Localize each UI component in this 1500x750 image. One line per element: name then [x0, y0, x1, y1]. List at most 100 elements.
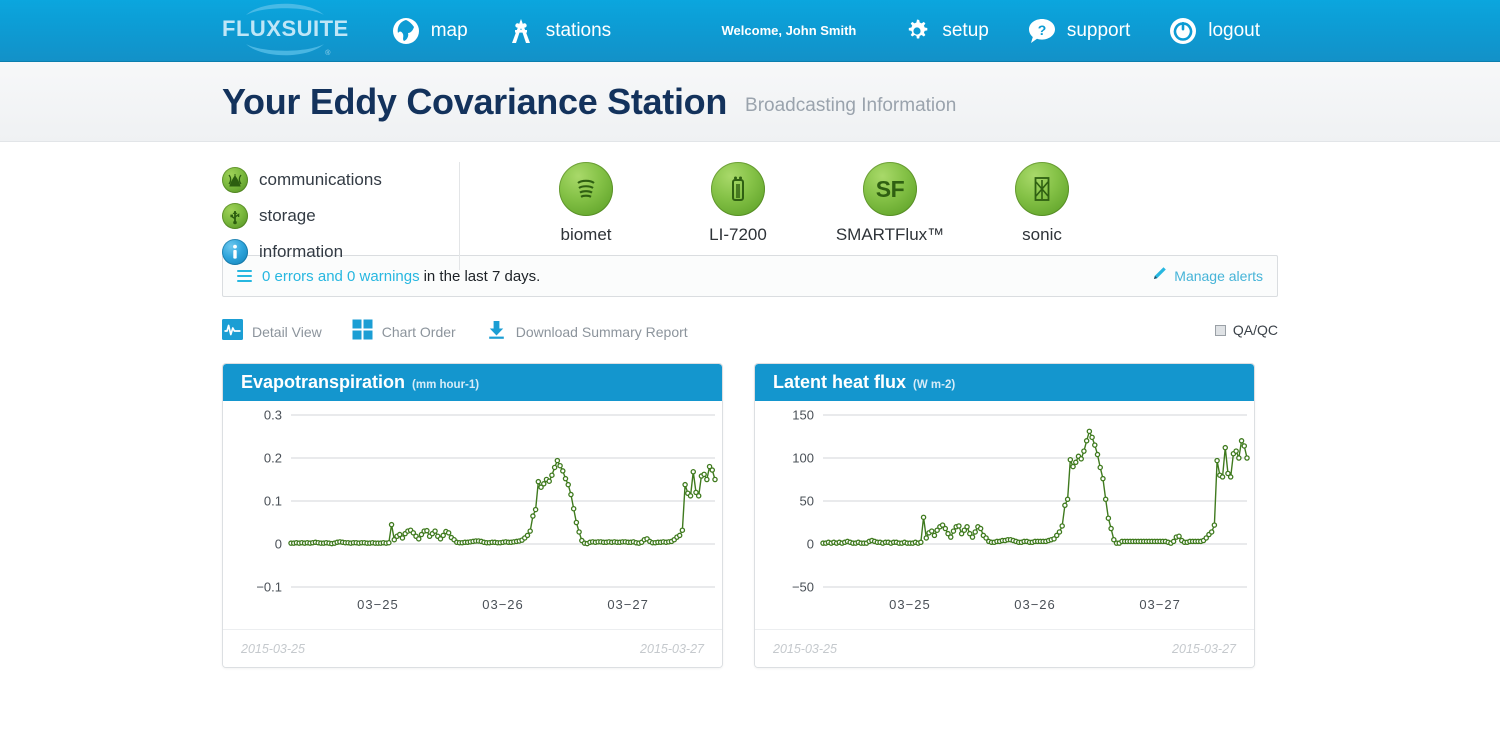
- chart-order-label: Chart Order: [381, 324, 456, 340]
- status-item-information-label: information: [259, 242, 344, 261]
- stations-icon: [506, 16, 536, 46]
- globe-icon: [391, 16, 421, 46]
- manage-alerts-button[interactable]: Manage alerts: [1152, 266, 1263, 286]
- y-tick-label: 0.3: [264, 408, 282, 423]
- alert-count-link[interactable]: 0 errors and 0 warnings: [262, 268, 420, 285]
- charts-container: Evapotranspiration (mm hour-1) 0.3 0.2 0.1…: [222, 363, 1278, 668]
- y-tick-label: 0.1: [264, 494, 282, 509]
- y-tick-label: 150: [792, 408, 814, 423]
- status-list: communications storage information: [222, 162, 460, 270]
- status-item-communications-label: communications: [259, 170, 382, 189]
- page-subtitle: Broadcasting Information: [745, 94, 957, 116]
- x-tick-label: 03−27: [1139, 597, 1181, 612]
- chart-unit-latent-heat-flux: (W m-2): [913, 378, 956, 391]
- question-bubble-icon: ?: [1027, 16, 1057, 46]
- chart-plot-evapotranspiration[interactable]: 0.3 0.2 0.1 0 −0.1 03−25 03−26 03−27: [223, 401, 722, 629]
- device-sonic[interactable]: sonic: [966, 162, 1118, 245]
- y-tick-label: 100: [792, 451, 814, 466]
- waveform-icon: [222, 319, 243, 345]
- device-list: biomet LI-7200 SF SMARTFlux™ sonic: [510, 162, 1118, 245]
- qaqc-checkbox[interactable]: [1214, 324, 1226, 336]
- chart-start-date: 2015-03-25: [773, 641, 837, 656]
- power-icon: [1168, 16, 1198, 46]
- pencil-icon: [1152, 266, 1167, 286]
- chart-header-evapotranspiration: Evapotranspiration (mm hour-1): [223, 364, 722, 401]
- y-tick-label: 0.2: [264, 451, 282, 466]
- chart-card-evapotranspiration: Evapotranspiration (mm hour-1) 0.3 0.2 0.1…: [222, 363, 723, 668]
- usb-icon: [222, 203, 248, 229]
- y-tick-label: −0.1: [256, 580, 282, 595]
- status-item-storage[interactable]: storage: [222, 198, 449, 234]
- device-smartflux-label: SMARTFlux™: [835, 225, 945, 244]
- download-summary-report-button[interactable]: Download Summary Report: [486, 319, 688, 345]
- download-summary-report-label: Download Summary Report: [515, 324, 688, 340]
- download-icon: [486, 319, 507, 345]
- svg-text:?: ?: [1038, 22, 1047, 38]
- swoosh-logo-icon: [242, 3, 328, 16]
- nav-item-logout-label: logout: [1208, 19, 1260, 41]
- logo-text: FLUXSUITE: [222, 16, 349, 41]
- page-title: Your Eddy Covariance Station: [222, 80, 728, 122]
- qaqc-label: QA/QC: [1232, 322, 1278, 338]
- biomet-icon: [559, 162, 613, 216]
- device-sonic-label: sonic: [1022, 225, 1062, 244]
- nav-item-support[interactable]: ? support: [1027, 16, 1130, 46]
- y-tick-label: 50: [800, 494, 814, 509]
- sf-badge-text: SF: [875, 175, 905, 202]
- page-title-band: Your Eddy Covariance Station Broadcastin…: [0, 62, 1500, 142]
- chart-title-latent-heat-flux: Latent heat flux: [773, 372, 907, 392]
- chart-card-latent-heat-flux: Latent heat flux (W m-2) 150 100 50 0 −50 03−…: [754, 363, 1255, 668]
- hamburger-icon[interactable]: [237, 267, 252, 285]
- chart-start-date: 2015-03-25: [241, 641, 305, 656]
- gear-icon: [902, 16, 932, 46]
- status-item-storage-label: storage: [259, 206, 316, 225]
- chart-toolbar: Detail View Chart Order Download Summary…: [222, 309, 1278, 355]
- swoosh-logo-bottom-icon: ®: [242, 43, 330, 57]
- manage-alerts-label: Manage alerts: [1174, 268, 1263, 284]
- chart-order-button[interactable]: Chart Order: [352, 319, 456, 345]
- detail-view-label: Detail View: [252, 324, 322, 340]
- status-item-communications[interactable]: communications: [222, 162, 449, 198]
- detail-view-button[interactable]: Detail View: [222, 319, 322, 345]
- nav-item-logout[interactable]: logout: [1168, 16, 1260, 46]
- nav-item-setup[interactable]: setup: [902, 16, 989, 46]
- y-tick-label: 0: [807, 537, 814, 552]
- info-icon: [222, 239, 248, 265]
- series-points: [820, 428, 1250, 546]
- nav-item-map[interactable]: map: [391, 16, 468, 46]
- app-logo[interactable]: FLUXSUITE ®: [222, 3, 349, 57]
- device-smartflux[interactable]: SF SMARTFlux™: [814, 162, 966, 245]
- chart-header-latent-heat-flux: Latent heat flux (W m-2): [755, 364, 1254, 401]
- antenna-icon: [222, 167, 248, 193]
- nav-item-stations-label: stations: [545, 19, 612, 41]
- x-tick-label: 03−25: [357, 597, 399, 612]
- chart-title-evapotranspiration: Evapotranspiration: [241, 372, 406, 392]
- alert-period-text: in the last 7 days.: [423, 267, 541, 285]
- gas-analyzer-icon: [711, 162, 765, 216]
- sf-icon: SF: [863, 162, 917, 216]
- x-tick-label: 03−26: [482, 597, 524, 612]
- chart-plot-latent-heat-flux[interactable]: 150 100 50 0 −50 03−25 03−26 03−27: [755, 401, 1254, 629]
- qaqc-toggle[interactable]: QA/QC: [1214, 322, 1278, 338]
- status-item-information[interactable]: information: [222, 234, 449, 270]
- series-line: [291, 458, 716, 545]
- x-tick-label: 03−27: [607, 597, 649, 612]
- sonic-anemometer-icon: [1015, 162, 1069, 216]
- x-tick-label: 03−26: [1014, 597, 1056, 612]
- nav-item-stations[interactable]: stations: [506, 16, 611, 46]
- series-points: [288, 457, 718, 547]
- device-biomet[interactable]: biomet: [510, 162, 662, 245]
- x-tick-label: 03−25: [889, 597, 931, 612]
- main-content: communications storage information biome…: [0, 142, 1500, 668]
- top-navigation-bar: FLUXSUITE ® map stations Welcome, John S…: [0, 0, 1500, 62]
- grid-squares-icon: [352, 319, 373, 345]
- nav-item-support-label: support: [1066, 19, 1131, 41]
- series-line: [823, 429, 1248, 544]
- device-li-7200[interactable]: LI-7200: [662, 162, 814, 245]
- device-li-7200-label: LI-7200: [709, 225, 767, 244]
- device-biomet-label: biomet: [560, 225, 612, 244]
- chart-footer-latent-heat-flux: 2015-03-25 2015-03-27: [755, 629, 1254, 667]
- chart-unit-evapotranspiration: (mm hour-1): [412, 378, 480, 391]
- y-tick-label: −50: [792, 580, 814, 595]
- nav-item-map-label: map: [430, 19, 468, 41]
